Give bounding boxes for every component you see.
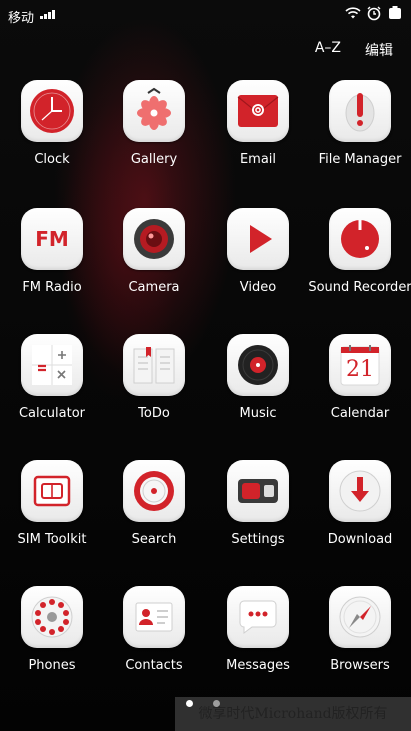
app-video[interactable]: Video (206, 208, 310, 295)
app-todo[interactable]: ToDo (102, 334, 206, 421)
app-label: Browsers (330, 658, 390, 673)
carrier-label: 移动 (8, 11, 35, 26)
wifi-icon (345, 7, 361, 19)
app-label: Phones (28, 658, 76, 673)
camera-icon (123, 208, 185, 270)
app-label: Email (239, 152, 277, 167)
app-download[interactable]: Download (308, 460, 411, 547)
calendar-day: 21 (346, 356, 374, 382)
app-calculator[interactable]: Calculator (0, 334, 104, 421)
app-label: ToDo (138, 406, 170, 421)
settings-icon (227, 460, 289, 522)
compass-icon (329, 586, 391, 648)
app-messages[interactable]: Messages (206, 586, 310, 673)
download-icon (329, 460, 391, 522)
app-label: Download (327, 532, 393, 547)
app-label: Music (239, 406, 277, 421)
app-label: Gallery (130, 152, 178, 167)
calculator-icon (21, 334, 83, 396)
app-search[interactable]: Search (102, 460, 206, 547)
contacts-icon (123, 586, 185, 648)
app-label: Video (239, 280, 277, 295)
app-label: Calendar (330, 406, 390, 421)
app-label: SIM Toolkit (17, 532, 87, 547)
app-label: Calculator (18, 406, 85, 421)
app-browsers[interactable]: Browsers (308, 586, 411, 673)
app-gallery[interactable]: Gallery (102, 80, 206, 167)
app-label: Contacts (125, 658, 183, 673)
fm-icon-text: FM (35, 227, 69, 251)
app-label: Camera (128, 280, 180, 295)
status-bar: 移动 (0, 0, 411, 30)
email-icon (227, 80, 289, 142)
music-icon (227, 334, 289, 396)
app-settings[interactable]: Settings (206, 460, 310, 547)
sim-toolkit-icon (21, 460, 83, 522)
search-icon (123, 460, 185, 522)
gallery-icon (123, 80, 185, 142)
clock-icon (21, 80, 83, 142)
watermark: 微享时代Microhand版权所有 (175, 697, 411, 731)
app-sound-recorder[interactable]: Sound Recorder (308, 208, 411, 295)
app-file-manager[interactable]: File Manager (308, 80, 411, 167)
app-calendar[interactable]: 21 Calendar (308, 334, 411, 421)
app-label: Settings (231, 532, 285, 547)
phone-dial-icon (21, 586, 83, 648)
fm-radio-icon: FM (21, 208, 83, 270)
signal-icon (40, 10, 55, 19)
file-manager-icon (329, 80, 391, 142)
app-phones[interactable]: Phones (0, 586, 104, 673)
app-sim-toolkit[interactable]: SIM Toolkit (0, 460, 104, 547)
alarm-icon (367, 6, 381, 21)
sort-az-button[interactable]: A–Z (315, 40, 341, 60)
app-email[interactable]: Email (206, 80, 310, 167)
battery-icon (389, 6, 401, 19)
app-label: Clock (34, 152, 70, 167)
todo-icon (123, 334, 185, 396)
app-label: Messages (226, 658, 290, 673)
app-clock[interactable]: Clock (0, 80, 104, 167)
app-label: File Manager (318, 152, 402, 167)
app-camera[interactable]: Camera (102, 208, 206, 295)
header-actions: A–Z 编辑 (315, 40, 393, 60)
calendar-icon: 21 (329, 334, 391, 396)
messages-icon (227, 586, 289, 648)
app-music[interactable]: Music (206, 334, 310, 421)
edit-button[interactable]: 编辑 (365, 40, 393, 60)
app-label: Sound Recorder (308, 280, 411, 295)
app-fm-radio[interactable]: FM FM Radio (0, 208, 104, 295)
app-contacts[interactable]: Contacts (102, 586, 206, 673)
video-icon (227, 208, 289, 270)
sound-recorder-icon (329, 208, 391, 270)
app-label: FM Radio (22, 280, 82, 295)
app-label: Search (131, 532, 177, 547)
